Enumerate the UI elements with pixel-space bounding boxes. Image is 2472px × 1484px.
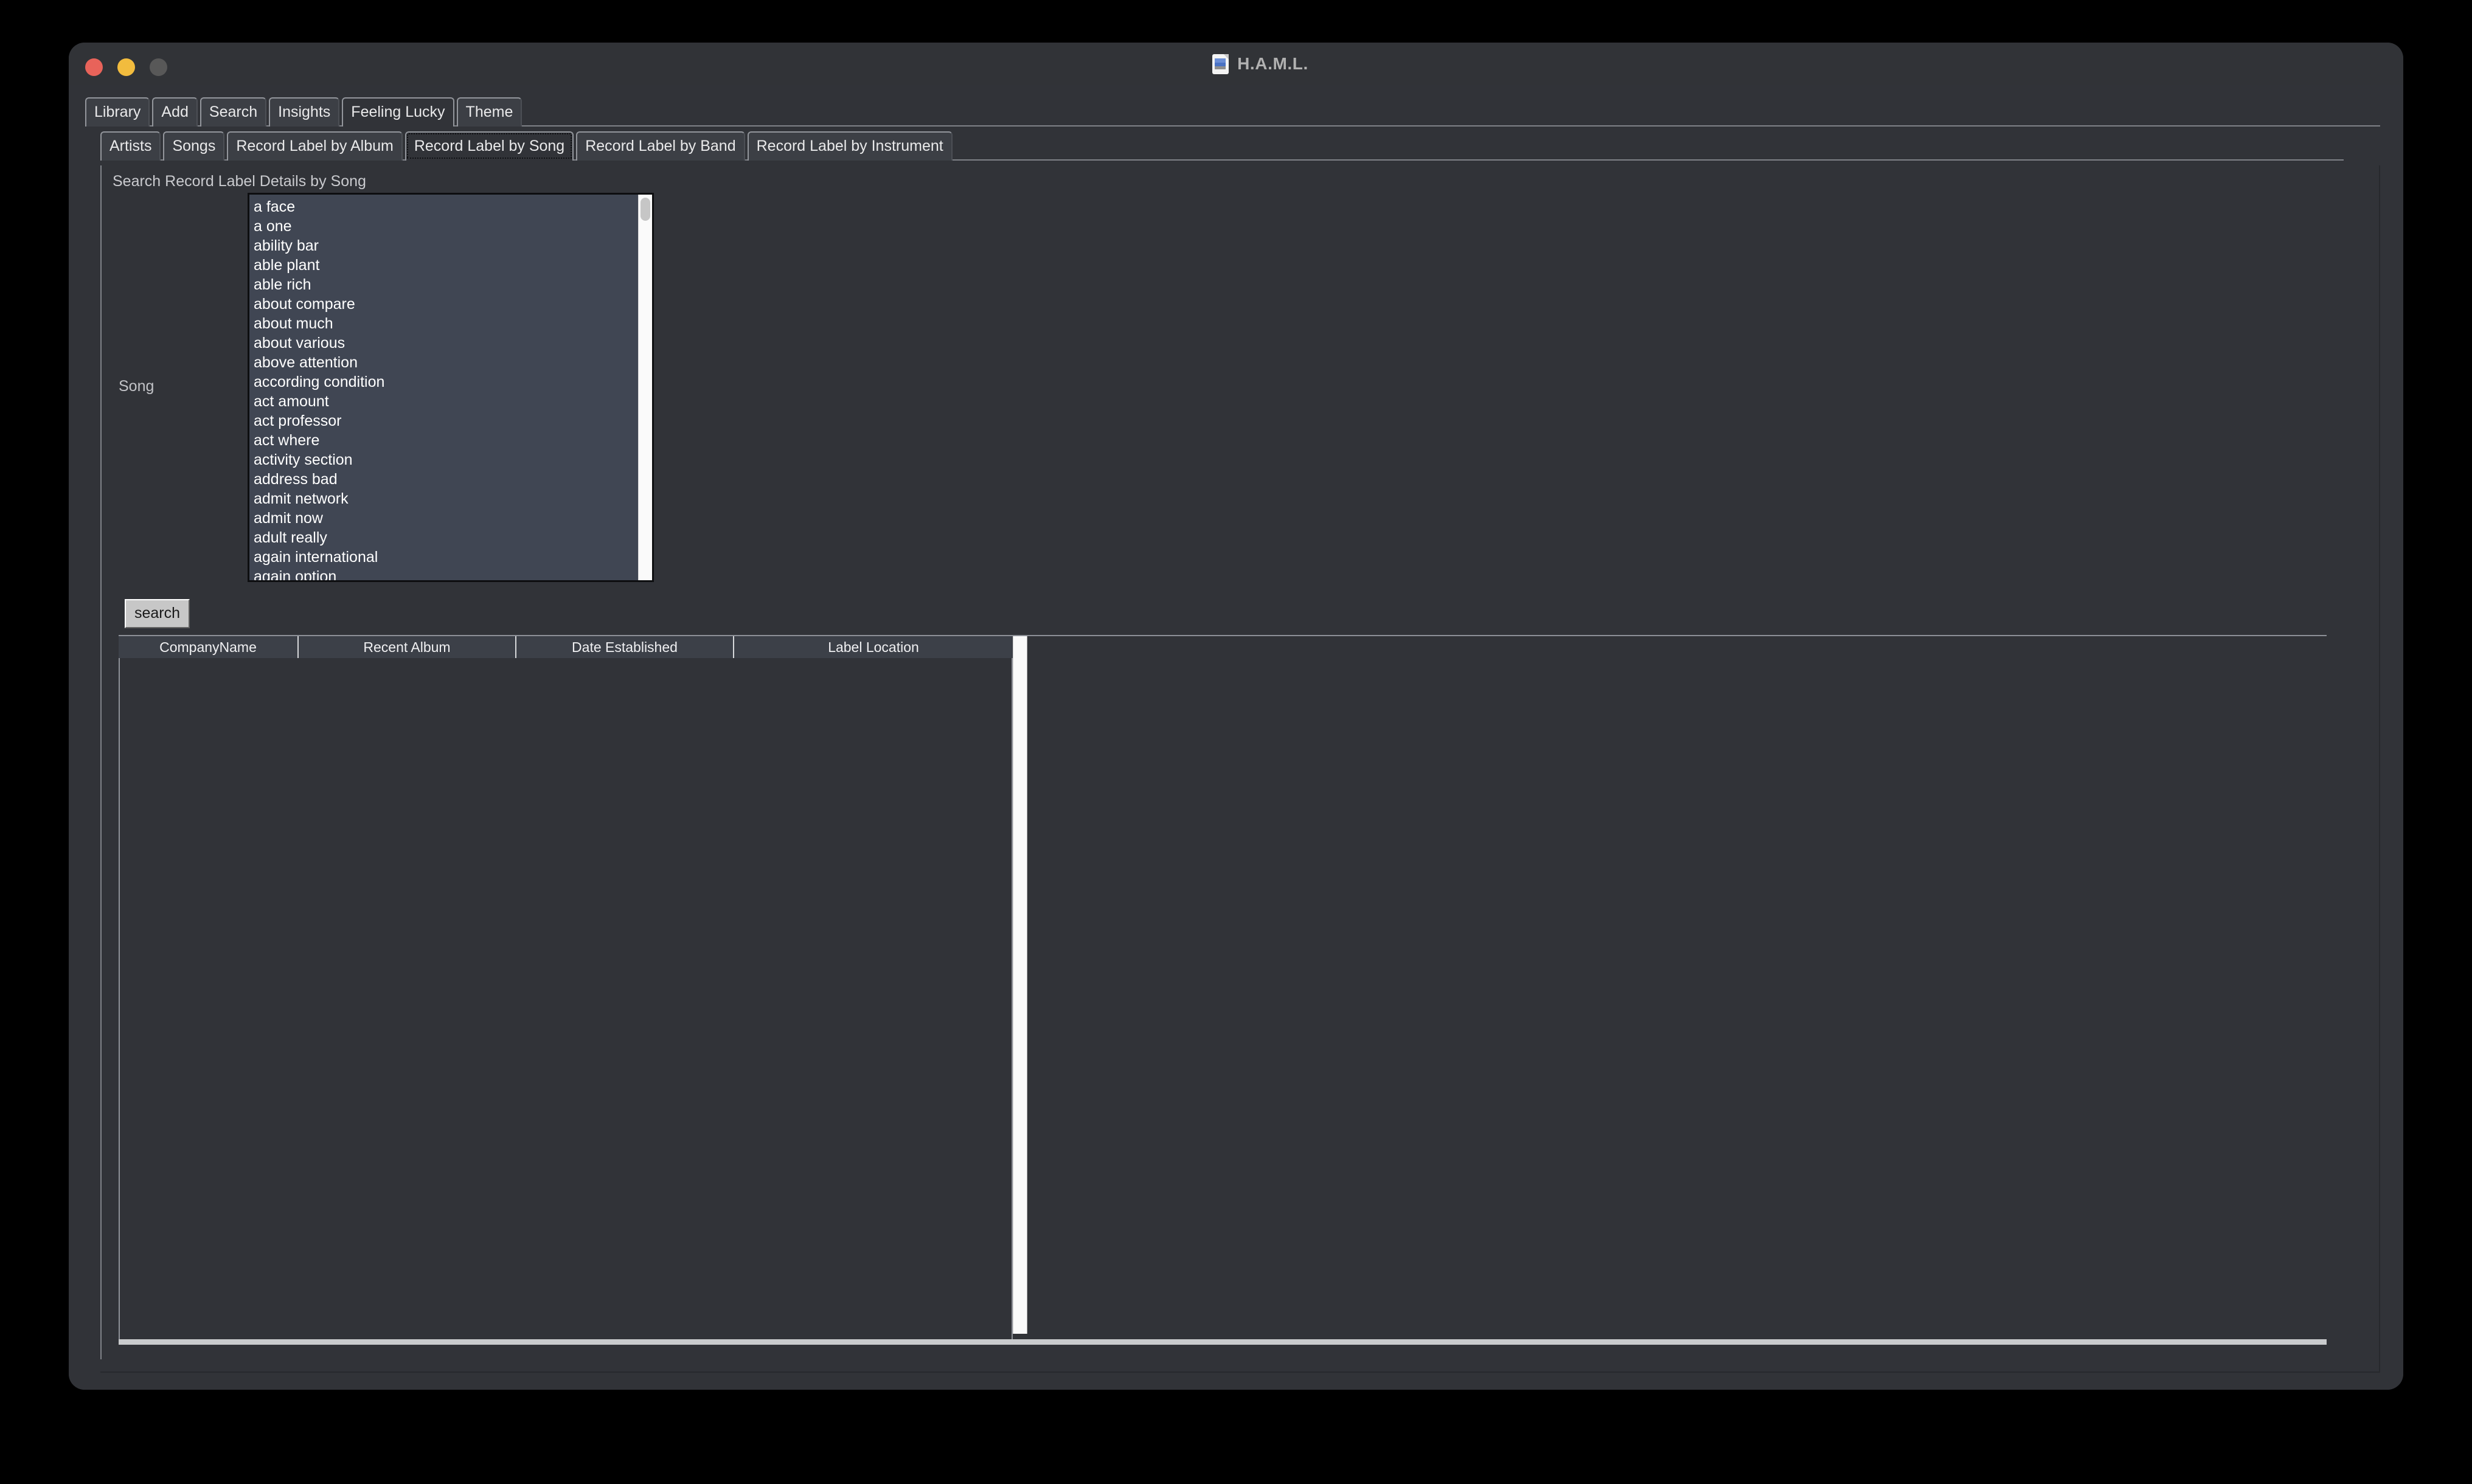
list-item[interactable]: about various <box>254 333 639 353</box>
tab-record-label-by-band[interactable]: Record Label by Band <box>576 131 745 161</box>
window-title-text: H.A.M.L. <box>1237 54 1308 73</box>
secondary-tabbar: Artists Songs Record Label by Album Reco… <box>69 128 2403 161</box>
tab-library-label: Library <box>94 103 141 120</box>
tab-artists-label: Artists <box>109 137 152 154</box>
list-item[interactable]: admit network <box>254 489 639 508</box>
list-item[interactable]: above attention <box>254 353 639 372</box>
list-item[interactable]: admit now <box>254 508 639 528</box>
close-button[interactable] <box>85 58 103 76</box>
song-list-scrollbar[interactable] <box>638 195 652 580</box>
app-window: H.A.M.L. Library Add Search Insights Fee… <box>69 43 2403 1390</box>
song-listbox[interactable]: a face a one ability bar able plant able… <box>248 193 654 582</box>
tab-record-label-by-album[interactable]: Record Label by Album <box>227 131 403 161</box>
column-header-recent-album[interactable]: Recent Album <box>299 636 516 658</box>
column-header-date-established[interactable]: Date Established <box>516 636 734 658</box>
results-table-viewport: CompanyName Recent Album Date Establishe… <box>119 636 1013 1345</box>
window-controls <box>85 58 167 76</box>
window-body: Library Add Search Insights Feeling Luck… <box>69 85 2403 1390</box>
results-table: CompanyName Recent Album Date Establishe… <box>119 635 2327 1345</box>
tab-search-label: Search <box>209 103 258 120</box>
tab-insights-label: Insights <box>278 103 331 120</box>
song-field-label: Song <box>119 378 154 395</box>
zoom-button[interactable] <box>150 58 167 76</box>
column-header-label-location[interactable]: Label Location <box>734 636 1013 658</box>
list-item[interactable]: about compare <box>254 294 639 314</box>
search-button[interactable]: search <box>125 599 190 628</box>
list-item[interactable]: according condition <box>254 372 639 392</box>
tab-theme-label: Theme <box>465 103 513 120</box>
tab-record-label-by-band-label: Record Label by Band <box>585 137 736 154</box>
document-icon <box>1212 54 1229 74</box>
list-item[interactable]: able rich <box>254 275 639 294</box>
list-item[interactable]: again option <box>254 567 639 580</box>
tab-songs[interactable]: Songs <box>163 131 225 161</box>
results-table-vertical-scrollbar[interactable] <box>1013 636 1027 1334</box>
tab-songs-label: Songs <box>172 137 216 154</box>
tab-insights[interactable]: Insights <box>269 97 340 127</box>
tab-add-label: Add <box>161 103 189 120</box>
list-item[interactable]: address bad <box>254 470 639 489</box>
list-item[interactable]: a one <box>254 217 639 236</box>
results-table-body <box>119 658 1013 1345</box>
song-list-items: a face a one ability bar able plant able… <box>249 195 639 580</box>
tab-library[interactable]: Library <box>85 97 150 127</box>
tab-feeling-lucky-label: Feeling Lucky <box>351 103 445 120</box>
tab-search[interactable]: Search <box>200 97 267 127</box>
search-button-label: search <box>134 605 181 622</box>
tab-record-label-by-instrument-label: Record Label by Instrument <box>756 137 943 154</box>
tab-theme[interactable]: Theme <box>456 97 523 127</box>
list-item[interactable]: again international <box>254 547 639 567</box>
panel-right-edge <box>2379 165 2380 1373</box>
tab-record-label-by-instrument[interactable]: Record Label by Instrument <box>747 131 953 161</box>
song-form-row: Song a face a one ability bar able plant… <box>102 193 661 585</box>
list-item[interactable]: act professor <box>254 411 639 431</box>
results-table-header: CompanyName Recent Album Date Establishe… <box>119 636 1013 659</box>
panel-heading: Search Record Label Details by Song <box>113 173 366 190</box>
tab-add[interactable]: Add <box>152 97 198 127</box>
primary-tabbar: Library Add Search Insights Feeling Luck… <box>69 94 2403 127</box>
list-item[interactable]: act where <box>254 431 639 450</box>
window-titlebar: H.A.M.L. <box>69 43 2403 86</box>
list-item[interactable]: act amount <box>254 392 639 411</box>
song-list-scroll-thumb[interactable] <box>641 198 650 221</box>
minimize-button[interactable] <box>117 58 135 76</box>
tab-record-label-by-song[interactable]: Record Label by Song <box>404 131 574 161</box>
tab-feeling-lucky[interactable]: Feeling Lucky <box>342 97 454 127</box>
tab-artists[interactable]: Artists <box>100 131 161 161</box>
record-label-by-song-panel: Search Record Label Details by Song Song… <box>100 165 2344 1359</box>
list-item[interactable]: activity section <box>254 450 639 470</box>
results-table-horizontal-scrollbar[interactable] <box>119 1339 2327 1345</box>
window-title: H.A.M.L. <box>1212 54 1308 74</box>
list-item[interactable]: able plant <box>254 255 639 275</box>
tab-record-label-by-song-label: Record Label by Song <box>414 137 565 154</box>
list-item[interactable]: about much <box>254 314 639 333</box>
list-item[interactable]: ability bar <box>254 236 639 255</box>
list-item[interactable]: a face <box>254 197 639 217</box>
tab-record-label-by-album-label: Record Label by Album <box>236 137 394 154</box>
column-header-company-name[interactable]: CompanyName <box>119 636 299 658</box>
panel-bottom-edge <box>100 1371 2380 1373</box>
list-item[interactable]: adult really <box>254 528 639 547</box>
